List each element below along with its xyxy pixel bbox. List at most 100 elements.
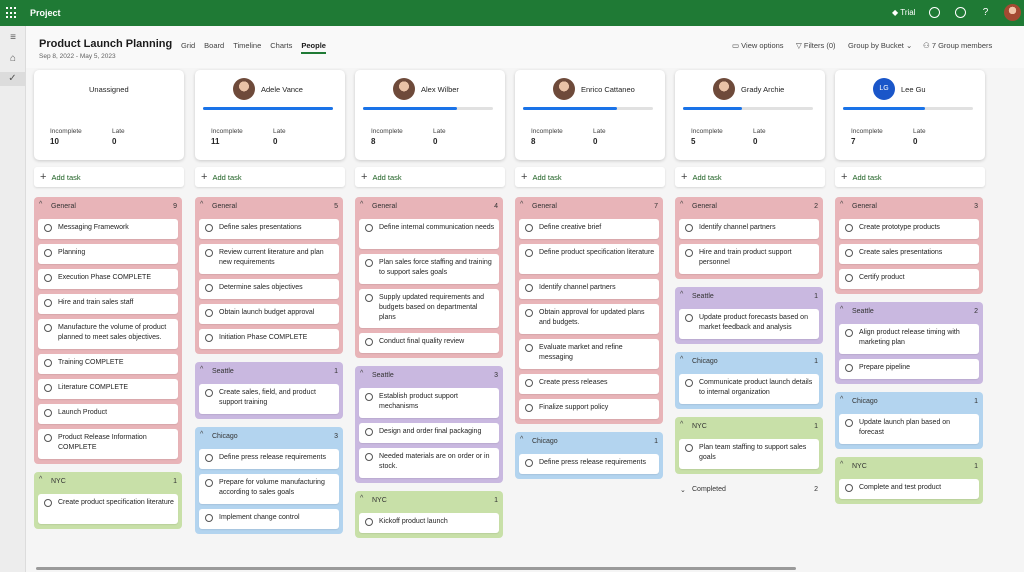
task-complete-checkbox[interactable] — [365, 453, 373, 461]
task-complete-checkbox[interactable] — [44, 224, 52, 232]
task-card[interactable]: Identify channel partners — [519, 279, 659, 299]
bucket-header[interactable]: ^ NYC 1 — [34, 472, 182, 491]
task-card[interactable]: Prepare pipeline — [839, 359, 979, 379]
task-card[interactable]: Determine sales objectives — [199, 279, 339, 299]
task-complete-checkbox[interactable] — [525, 249, 533, 257]
task-card[interactable]: Create product specification literature — [38, 494, 178, 524]
task-card[interactable]: Hire and train product support personnel — [679, 244, 819, 274]
chevron-up-icon[interactable]: ^ — [680, 356, 683, 363]
bucket-header[interactable]: ^ Seattle 2 — [835, 302, 983, 321]
chevron-up-icon[interactable]: ^ — [520, 436, 523, 443]
chevron-up-icon[interactable]: ^ — [200, 431, 203, 438]
chevron-up-icon[interactable]: ^ — [39, 476, 42, 483]
task-card[interactable]: Initiation Phase COMPLETE — [199, 329, 339, 349]
group-members-button[interactable]: ⚇ 7 Group members — [923, 41, 992, 50]
task-complete-checkbox[interactable] — [845, 249, 853, 257]
task-complete-checkbox[interactable] — [525, 379, 533, 387]
task-complete-checkbox[interactable] — [44, 434, 52, 442]
task-card[interactable]: Plan team staffing to support sales goal… — [679, 439, 819, 469]
task-complete-checkbox[interactable] — [365, 338, 373, 346]
task-complete-checkbox[interactable] — [525, 224, 533, 232]
task-card[interactable]: Launch Product — [38, 404, 178, 424]
bucket-header[interactable]: ^ Seattle 3 — [355, 366, 503, 385]
trial-badge[interactable]: ◆ Trial — [892, 8, 916, 17]
task-card[interactable]: Messaging Framework — [38, 219, 178, 239]
bucket-header[interactable]: ^ Seattle 1 — [195, 362, 343, 381]
task-complete-checkbox[interactable] — [845, 484, 853, 492]
task-complete-checkbox[interactable] — [44, 274, 52, 282]
add-task-button[interactable]: + Add task — [515, 167, 665, 187]
task-complete-checkbox[interactable] — [365, 393, 373, 401]
task-card[interactable]: Define internal communication needs — [359, 219, 499, 249]
task-card[interactable]: Certify product — [839, 269, 979, 289]
task-card[interactable]: Literature COMPLETE — [38, 379, 178, 399]
task-card[interactable]: Communicate product launch details to in… — [679, 374, 819, 404]
chevron-up-icon[interactable]: ^ — [680, 291, 683, 298]
task-complete-checkbox[interactable] — [44, 359, 52, 367]
group-by-button[interactable]: Group by Bucket ⌄ — [848, 41, 912, 50]
task-card[interactable]: Needed materials are on order or in stoc… — [359, 448, 499, 478]
tab-charts[interactable]: Charts — [270, 41, 292, 54]
task-card[interactable]: Define press release requirements — [519, 454, 659, 474]
task-card[interactable]: Conduct final quality review — [359, 333, 499, 353]
task-card[interactable]: Identify channel partners — [679, 219, 819, 239]
task-complete-checkbox[interactable] — [44, 499, 52, 507]
task-card[interactable]: Align product release timing with market… — [839, 324, 979, 354]
user-avatar[interactable] — [1004, 4, 1021, 21]
task-complete-checkbox[interactable] — [525, 309, 533, 317]
task-complete-checkbox[interactable] — [685, 314, 693, 322]
task-complete-checkbox[interactable] — [205, 249, 213, 257]
task-card[interactable]: Define creative brief — [519, 219, 659, 239]
chevron-up-icon[interactable]: ^ — [680, 201, 683, 208]
task-card[interactable]: Finalize support policy — [519, 399, 659, 419]
bucket-header[interactable]: ^ Chicago 1 — [515, 432, 663, 451]
task-card[interactable]: Obtain launch budget approval — [199, 304, 339, 324]
chevron-up-icon[interactable]: ^ — [200, 366, 203, 373]
task-card[interactable]: Prepare for volume manufacturing accordi… — [199, 474, 339, 504]
chevron-up-icon[interactable]: ^ — [520, 201, 523, 208]
task-card[interactable]: Review current literature and plan new r… — [199, 244, 339, 274]
task-complete-checkbox[interactable] — [205, 224, 213, 232]
emoji-feedback-icon[interactable] — [929, 7, 940, 18]
task-card[interactable]: Define sales presentations — [199, 219, 339, 239]
home-icon[interactable]: ⌂ — [6, 52, 20, 66]
task-card[interactable]: Update product forecasts based on market… — [679, 309, 819, 339]
task-complete-checkbox[interactable] — [685, 224, 693, 232]
task-complete-checkbox[interactable] — [205, 454, 213, 462]
horizontal-scrollbar[interactable] — [36, 567, 796, 570]
chevron-up-icon[interactable]: ^ — [39, 201, 42, 208]
task-card[interactable]: Plan sales force staffing and training t… — [359, 254, 499, 284]
app-launcher-icon[interactable] — [6, 7, 18, 19]
bucket-header[interactable]: ^ NYC 1 — [675, 417, 823, 436]
task-complete-checkbox[interactable] — [44, 409, 52, 417]
filters-button[interactable]: ▽ Filters (0) — [796, 41, 836, 50]
task-complete-checkbox[interactable] — [365, 428, 373, 436]
task-card[interactable]: Create sales presentations — [839, 244, 979, 264]
task-complete-checkbox[interactable] — [685, 379, 693, 387]
task-complete-checkbox[interactable] — [685, 249, 693, 257]
add-task-button[interactable]: + Add task — [355, 167, 505, 187]
task-card[interactable]: Execution Phase COMPLETE — [38, 269, 178, 289]
task-complete-checkbox[interactable] — [525, 284, 533, 292]
add-task-button[interactable]: + Add task — [34, 167, 184, 187]
task-card[interactable]: Hire and train sales staff — [38, 294, 178, 314]
bucket-header[interactable]: ^ Chicago 1 — [675, 352, 823, 371]
bucket-header[interactable]: ^ General 2 — [675, 197, 823, 216]
tab-timeline[interactable]: Timeline — [233, 41, 261, 54]
task-complete-checkbox[interactable] — [44, 324, 52, 332]
task-card[interactable]: Implement change control — [199, 509, 339, 529]
bucket-header[interactable]: ^ NYC 1 — [355, 491, 503, 510]
task-card[interactable]: Kickoff product launch — [359, 513, 499, 533]
task-complete-checkbox[interactable] — [205, 334, 213, 342]
task-card[interactable]: Manufacture the volume of product planne… — [38, 319, 178, 349]
bucket-header[interactable]: ^ General 5 — [195, 197, 343, 216]
tab-board[interactable]: Board — [204, 41, 224, 54]
bucket-header[interactable]: ^ Seattle 1 — [675, 287, 823, 306]
task-card[interactable]: Establish product support mechanisms — [359, 388, 499, 418]
task-complete-checkbox[interactable] — [44, 299, 52, 307]
task-complete-checkbox[interactable] — [845, 329, 853, 337]
task-complete-checkbox[interactable] — [365, 224, 373, 232]
task-complete-checkbox[interactable] — [44, 249, 52, 257]
task-complete-checkbox[interactable] — [525, 344, 533, 352]
task-card[interactable]: Complete and test product — [839, 479, 979, 499]
